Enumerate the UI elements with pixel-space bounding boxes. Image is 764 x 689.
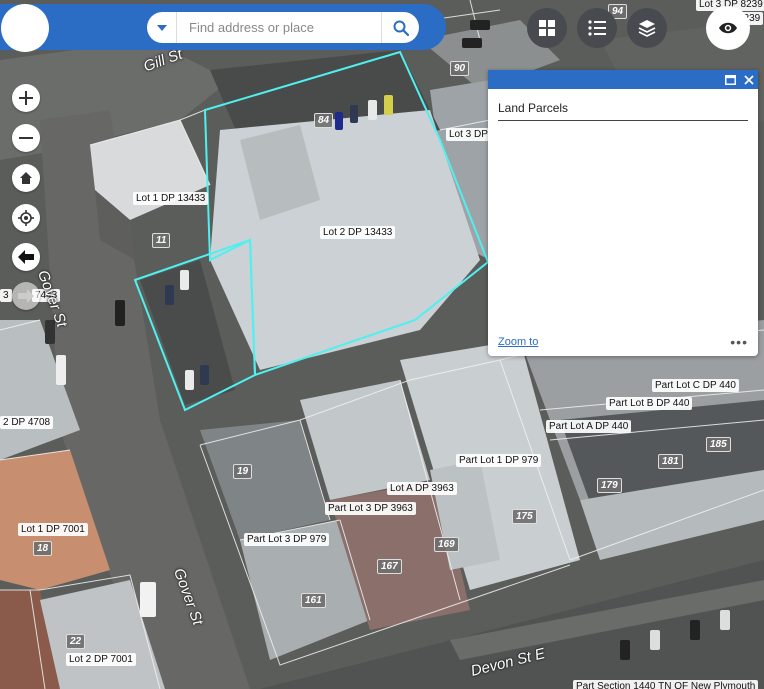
popup-title: Land Parcels: [498, 101, 748, 121]
street-number: 167: [377, 559, 402, 574]
parcel-label[interactable]: 2 DP 4708: [0, 416, 54, 429]
search-input[interactable]: [177, 12, 381, 43]
street-number: 11: [152, 233, 171, 248]
street-number: 84: [314, 113, 334, 128]
minus-icon: [19, 137, 33, 139]
locate-icon: [18, 210, 34, 226]
street-number: 90: [450, 61, 470, 76]
arrow-right-icon: [18, 289, 34, 303]
plus-icon: [19, 91, 33, 105]
street-number: 22: [66, 634, 86, 649]
zoom-in-button[interactable]: [12, 84, 40, 112]
parcel-label[interactable]: Part Lot B DP 440: [606, 397, 693, 410]
street-number: 169: [434, 537, 459, 552]
home-button[interactable]: [12, 164, 40, 192]
feature-popup: Land Parcels Zoom to •••: [488, 70, 758, 356]
eye-icon: [719, 22, 737, 34]
search-source-dropdown[interactable]: [147, 12, 177, 43]
street-number: 18: [33, 541, 53, 556]
legend-button[interactable]: [577, 8, 617, 48]
parcel-label[interactable]: Lot 2 DP 13433: [320, 226, 396, 239]
search-bar: [147, 12, 419, 43]
parcel-label[interactable]: Lot 3 DP: [446, 128, 491, 141]
parcel-label[interactable]: Part Lot 1 DP 979: [456, 454, 542, 467]
home-icon: [20, 172, 32, 184]
maximize-icon[interactable]: [725, 74, 736, 85]
street-number: 179: [597, 478, 622, 493]
street-number: 175: [512, 509, 537, 524]
app-logo: [1, 4, 49, 52]
layers-icon: [638, 20, 656, 37]
parcel-label[interactable]: Part Section 1440 TN OF New Plymouth: [573, 680, 759, 689]
next-extent-button[interactable]: [12, 282, 40, 310]
popup-header: [488, 70, 758, 89]
search-icon: [393, 20, 409, 36]
street-number: 19: [233, 464, 253, 479]
street-number: 181: [658, 454, 683, 469]
list-icon: [588, 20, 606, 36]
parcel-label[interactable]: Part Lot C DP 440: [652, 379, 739, 392]
search-button[interactable]: [381, 12, 419, 43]
locate-button[interactable]: [12, 204, 40, 232]
close-icon[interactable]: [744, 74, 754, 85]
street-number: 185: [706, 437, 731, 452]
street-number: 161: [301, 593, 326, 608]
parcel-label[interactable]: 3: [0, 289, 12, 302]
parcel-label[interactable]: Lot 1 DP 13433: [133, 192, 209, 205]
parcel-label[interactable]: Part Lot 3 DP 979: [244, 533, 330, 546]
layer-list-button[interactable]: [627, 8, 667, 48]
parcel-label[interactable]: Lot 1 DP 7001: [18, 523, 88, 536]
parcel-label[interactable]: Lot 2 DP 7001: [66, 653, 136, 666]
parcel-label[interactable]: Part Lot A DP 440: [546, 420, 632, 433]
parcel-label[interactable]: Part Lot 3 DP 3963: [325, 502, 416, 515]
zoom-to-link[interactable]: Zoom to: [498, 336, 538, 348]
parcel-label[interactable]: Lot A DP 3963: [387, 482, 457, 495]
caret-down-icon: [156, 24, 167, 31]
arrow-left-icon: [18, 250, 34, 264]
basemap-gallery-button[interactable]: [527, 8, 567, 48]
grid-icon: [539, 20, 555, 36]
more-options-button[interactable]: •••: [730, 334, 748, 350]
visibility-toggle-button[interactable]: [706, 6, 750, 50]
zoom-out-button[interactable]: [12, 124, 40, 152]
previous-extent-button[interactable]: [12, 243, 40, 271]
